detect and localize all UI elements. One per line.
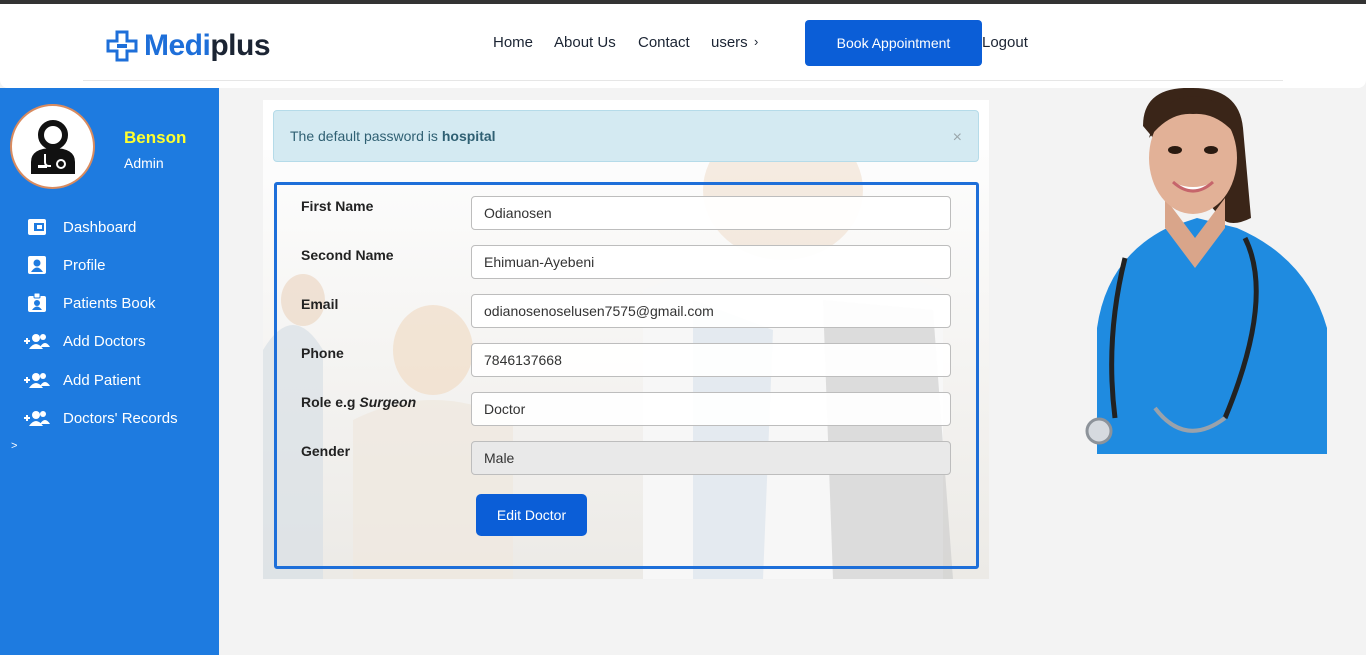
- add-users-icon: [24, 370, 50, 390]
- second-name-field[interactable]: Ehimuan-Ayebeni: [471, 245, 951, 279]
- brand-name: Mediplus: [144, 29, 271, 62]
- sidebar-item-dashboard[interactable]: Dashboard: [24, 215, 136, 239]
- doctor-avatar-icon: [30, 119, 75, 174]
- sidebar-item-profile[interactable]: Profile: [24, 253, 106, 277]
- phone-label: Phone: [301, 345, 344, 361]
- gender-select[interactable]: Male: [471, 441, 951, 475]
- alert-text: The default password is: [290, 128, 438, 144]
- header-divider: [83, 80, 1283, 81]
- nav-about-us[interactable]: About Us: [554, 34, 616, 51]
- sidebar-item-add-patient[interactable]: Add Patient: [24, 368, 141, 392]
- nav-home[interactable]: Home: [493, 34, 533, 51]
- sidebar-item-label: Doctors' Records: [63, 409, 178, 427]
- email-field[interactable]: odianosenoselusen7575@gmail.com: [471, 294, 951, 328]
- dashboard-icon: [24, 217, 50, 237]
- first-name-label: First Name: [301, 198, 374, 214]
- sidebar-item-doctors-records[interactable]: Doctors' Records: [24, 406, 178, 430]
- sidebar-item-label: Dashboard: [63, 218, 137, 236]
- nurse-illustration: [1085, 88, 1327, 454]
- medical-cross-logo-icon: [106, 30, 138, 62]
- sidebar-item-label: Add Patient: [63, 371, 141, 389]
- user-name: Benson: [124, 128, 187, 147]
- add-users-icon: [24, 408, 50, 428]
- brand-logo[interactable]: Mediplus: [106, 29, 271, 63]
- nav-contact[interactable]: Contact: [638, 34, 690, 51]
- nav-users-dropdown[interactable]: users: [711, 34, 748, 51]
- gender-label: Gender: [301, 443, 351, 459]
- edit-doctor-panel: The default password is hospital × First…: [263, 100, 989, 579]
- close-icon[interactable]: ×: [953, 129, 962, 147]
- sidebar-item-add-doctors[interactable]: Add Doctors: [24, 329, 146, 353]
- user-role: Admin: [124, 155, 164, 171]
- email-label: Email: [301, 296, 339, 312]
- phone-field[interactable]: 7846137668: [471, 343, 951, 377]
- sidebar-toggle-arrow[interactable]: >: [11, 440, 17, 452]
- add-users-icon: [24, 331, 50, 351]
- edit-doctor-button[interactable]: Edit Doctor: [476, 494, 587, 536]
- sidebar-item-label: Add Doctors: [63, 332, 146, 350]
- first-name-field[interactable]: Odianosen: [471, 196, 951, 230]
- edit-doctor-form: First Name Odianosen Second Name Ehimuan…: [274, 182, 979, 569]
- sidebar: Benson Admin Dashboard Profile Patients …: [0, 88, 219, 655]
- role-label: Role e.g Surgeon: [301, 394, 417, 410]
- book-appointment-button[interactable]: Book Appointment: [805, 20, 982, 66]
- avatar[interactable]: [10, 104, 95, 189]
- site-header: Mediplus Home About Us Contact users › B…: [0, 4, 1366, 88]
- alert-password: hospital: [441, 128, 496, 144]
- second-name-label: Second Name: [301, 247, 394, 263]
- profile-icon: [24, 255, 50, 275]
- role-field[interactable]: Doctor: [471, 392, 951, 426]
- sidebar-item-label: Patients Book: [63, 294, 156, 312]
- chevron-right-icon[interactable]: ›: [754, 34, 758, 49]
- info-alert: The default password is hospital ×: [273, 110, 979, 162]
- sidebar-item-patients-book[interactable]: Patients Book: [24, 291, 156, 315]
- patients-book-icon: [24, 293, 50, 313]
- sidebar-item-label: Profile: [63, 256, 106, 274]
- nav-logout[interactable]: Logout: [982, 34, 1028, 51]
